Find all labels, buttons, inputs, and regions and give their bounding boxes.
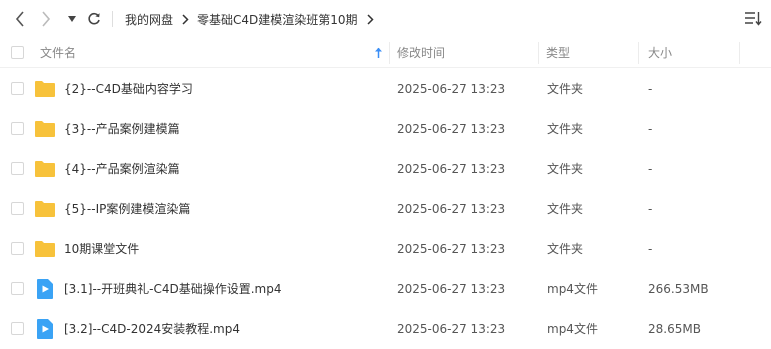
file-size: - bbox=[648, 82, 653, 96]
refresh-button[interactable] bbox=[84, 8, 104, 30]
video-file-icon bbox=[37, 319, 53, 339]
file-name[interactable]: {3}--产品案例建模篇 bbox=[64, 109, 180, 149]
row-checkbox[interactable] bbox=[11, 162, 24, 175]
file-modified-time: 2025-06-27 13:23 bbox=[397, 122, 506, 136]
select-all-checkbox[interactable] bbox=[11, 46, 24, 59]
breadcrumb-separator-icon bbox=[182, 13, 189, 25]
video-file-icon bbox=[37, 279, 53, 299]
file-size: - bbox=[648, 202, 653, 216]
sort-lines-icon bbox=[745, 12, 762, 26]
file-type: mp4文件 bbox=[547, 322, 598, 336]
folder-icon bbox=[35, 161, 55, 177]
column-header: 文件名 修改时间 类型 大小 bbox=[0, 38, 771, 68]
file-modified-time: 2025-06-27 13:23 bbox=[397, 282, 506, 296]
table-row[interactable]: 10期课堂文件 2025-06-27 13:23 文件夹 - bbox=[0, 229, 771, 269]
row-checkbox[interactable] bbox=[11, 122, 24, 135]
table-row[interactable]: {4}--产品案例渲染篇 2025-06-27 13:23 文件夹 - bbox=[0, 149, 771, 189]
breadcrumb-item-my-drive[interactable]: 我的网盘 bbox=[125, 11, 173, 28]
table-row[interactable]: {2}--C4D基础内容学习 2025-06-27 13:23 文件夹 - bbox=[0, 69, 771, 109]
folder-icon bbox=[35, 241, 55, 257]
file-type: 文件夹 bbox=[547, 82, 584, 96]
column-divider bbox=[739, 42, 740, 64]
toolbar-divider bbox=[112, 11, 113, 27]
file-name[interactable]: {5}--IP案例建模渲染篇 bbox=[64, 189, 190, 229]
row-checkbox[interactable] bbox=[11, 82, 24, 95]
row-checkbox[interactable] bbox=[11, 282, 24, 295]
file-size: 28.65MB bbox=[648, 322, 701, 336]
file-size: 266.53MB bbox=[648, 282, 709, 296]
chevron-right-icon bbox=[42, 11, 51, 27]
breadcrumb-item-current-folder[interactable]: 零基础C4D建模渲染班第10期 bbox=[197, 11, 358, 28]
column-type-header[interactable]: 类型 bbox=[546, 38, 570, 68]
folder-icon bbox=[35, 121, 55, 137]
file-type: 文件夹 bbox=[547, 122, 584, 136]
row-checkbox[interactable] bbox=[11, 242, 24, 255]
folder-icon bbox=[35, 81, 55, 97]
column-size-header[interactable]: 大小 bbox=[648, 38, 672, 68]
file-type: 文件夹 bbox=[547, 162, 584, 176]
sort-ascending-icon[interactable] bbox=[374, 47, 383, 59]
file-size: - bbox=[648, 122, 653, 136]
file-modified-time: 2025-06-27 13:23 bbox=[397, 322, 506, 336]
row-checkbox[interactable] bbox=[11, 322, 24, 335]
table-row[interactable]: [3.1]--开班典礼-C4D基础操作设置.mp4 2025-06-27 13:… bbox=[0, 269, 771, 309]
file-size: - bbox=[648, 162, 653, 176]
caret-down-icon bbox=[68, 16, 76, 22]
folder-icon bbox=[35, 201, 55, 217]
file-name[interactable]: 10期课堂文件 bbox=[64, 229, 139, 269]
column-divider bbox=[638, 42, 639, 64]
breadcrumb-separator-icon bbox=[367, 13, 374, 25]
column-name-header[interactable]: 文件名 bbox=[40, 38, 76, 68]
sort-options-button[interactable] bbox=[744, 10, 764, 28]
file-name[interactable]: [3.2]--C4D-2024安装教程.mp4 bbox=[64, 309, 240, 349]
table-row[interactable]: [3.2]--C4D-2024安装教程.mp4 2025-06-27 13:23… bbox=[0, 309, 771, 349]
refresh-icon bbox=[88, 12, 100, 25]
file-type: 文件夹 bbox=[547, 202, 584, 216]
file-list: {2}--C4D基础内容学习 2025-06-27 13:23 文件夹 - {3… bbox=[0, 69, 771, 349]
file-name[interactable]: {4}--产品案例渲染篇 bbox=[64, 149, 180, 189]
toolbar: 我的网盘 零基础C4D建模渲染班第10期 bbox=[0, 0, 771, 38]
row-checkbox[interactable] bbox=[11, 202, 24, 215]
file-modified-time: 2025-06-27 13:23 bbox=[397, 202, 506, 216]
history-dropdown-button[interactable] bbox=[64, 8, 80, 30]
back-button[interactable] bbox=[10, 8, 30, 30]
file-name[interactable]: [3.1]--开班典礼-C4D基础操作设置.mp4 bbox=[64, 269, 281, 309]
file-modified-time: 2025-06-27 13:23 bbox=[397, 242, 506, 256]
file-modified-time: 2025-06-27 13:23 bbox=[397, 162, 506, 176]
breadcrumb: 我的网盘 零基础C4D建模渲染班第10期 bbox=[125, 0, 382, 38]
file-name[interactable]: {2}--C4D基础内容学习 bbox=[64, 69, 193, 109]
file-size: - bbox=[648, 242, 653, 256]
file-modified-time: 2025-06-27 13:23 bbox=[397, 82, 506, 96]
chevron-left-icon bbox=[15, 11, 24, 27]
forward-button[interactable] bbox=[36, 8, 56, 30]
column-divider bbox=[538, 42, 539, 64]
column-divider bbox=[389, 42, 390, 64]
file-type: 文件夹 bbox=[547, 242, 584, 256]
file-type: mp4文件 bbox=[547, 282, 598, 296]
column-modified-header[interactable]: 修改时间 bbox=[397, 38, 445, 68]
table-row[interactable]: {3}--产品案例建模篇 2025-06-27 13:23 文件夹 - bbox=[0, 109, 771, 149]
table-row[interactable]: {5}--IP案例建模渲染篇 2025-06-27 13:23 文件夹 - bbox=[0, 189, 771, 229]
